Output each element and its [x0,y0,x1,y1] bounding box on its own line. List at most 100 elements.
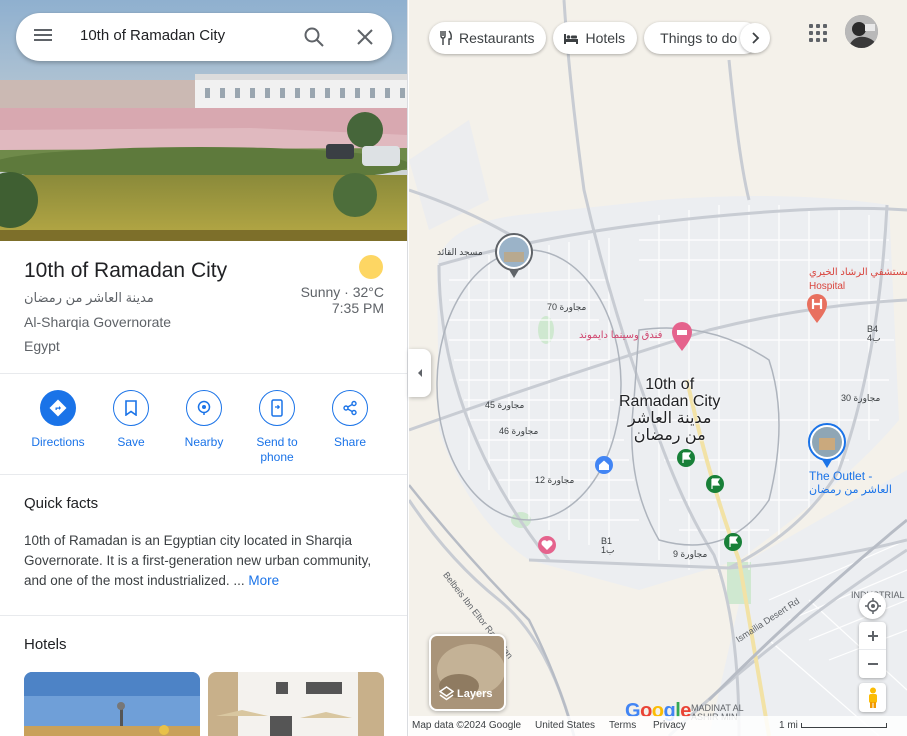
heart-pin-icon [538,536,556,554]
chip-things-to-do-label: Things to do [660,30,738,46]
heart-pin[interactable] [537,535,557,560]
landmark-pin[interactable] [723,532,743,557]
region-link[interactable]: United States [535,720,595,731]
quick-facts-body: 10th of Ramadan is an Egyptian city loca… [24,533,372,588]
zoom-out-button[interactable] [859,650,886,678]
save-label: Save [117,435,145,449]
nearby-label: Nearby [184,435,224,449]
send-to-phone-button[interactable]: Send to phone [241,390,313,465]
district-label: مجاورة 30 [841,393,881,403]
city-map-label[interactable]: 10th of Ramadan City مدينة العاشر من رمض… [619,376,720,444]
flag-pin-icon [706,475,724,493]
chip-restaurants-label: Restaurants [459,30,535,46]
place-title: 10th of Ramadan City [24,259,228,282]
close-icon[interactable] [353,25,377,49]
city-label-line: مدينة العاشر [627,410,712,427]
layers-icon [439,686,454,701]
home-pin[interactable] [594,455,614,480]
hotel-photo [208,672,384,736]
district-label: مجاورة 70 [547,302,587,312]
map-footer: Map data ©2024 Google United States Term… [409,716,907,736]
hotel-card[interactable] [24,672,200,736]
action-buttons: Directions Save Nearby Send to phone Sha… [0,374,407,475]
fork-knife-icon [440,30,452,45]
terms-link[interactable]: Terms [609,720,636,731]
collapse-panel-button[interactable] [408,349,431,397]
search-input[interactable]: 10th of Ramadan City [80,27,225,44]
district-label: مجاورة 46 [499,426,539,436]
outlet-photo-pin-icon [808,423,846,468]
place-region: Al-Sharqia Governorate [24,314,172,330]
home-pin-icon [595,456,613,474]
share-button[interactable]: Share [314,390,386,450]
hotel-card[interactable] [208,672,384,736]
hospital-label-arabic[interactable]: مستشفي الرشاد الخيري [809,267,907,278]
layers-label: Layers [457,688,493,700]
hotel-place-label[interactable]: فندق وسينما دايموند [579,330,662,341]
google-apps-icon[interactable] [807,22,829,44]
bookmark-icon [113,390,149,426]
zoom-in-button[interactable] [859,622,886,650]
save-button[interactable]: Save [95,390,167,450]
search-icon[interactable] [302,25,326,49]
place-header: 10th of Ramadan City مدينة العاشر من رمض… [0,241,407,374]
district-code-label: ب4 [867,333,881,343]
nearby-icon [186,390,222,426]
scale-label[interactable]: 1 mi [779,720,798,731]
place-country: Egypt [24,338,60,354]
account-avatar[interactable] [845,15,878,48]
district-label: مجاورة 12 [535,475,575,485]
chip-restaurants[interactable]: Restaurants [429,22,547,54]
landmark-pin[interactable] [705,474,725,499]
sun-icon [359,255,383,279]
city-label-line: من رمضان [633,427,706,444]
place-arabic-name: مدينة العاشر من رمضان [24,290,154,305]
city-label-line: Ramadan City [619,393,721,410]
photo-place-pin[interactable] [494,232,534,285]
district-code-label: ب1 [601,545,615,555]
hotel-pin[interactable] [671,322,693,357]
chips-scroll-right-button[interactable] [740,23,770,53]
outlet-label-arabic[interactable]: العاشر من رمضان [809,483,892,496]
weather-widget: Sunny · 32°C 7:35 PM [301,255,384,316]
quick-facts-heading: Quick facts [24,495,99,512]
quick-facts-text: 10th of Ramadan is an Egyptian city loca… [24,531,388,591]
plus-icon [867,630,878,641]
map-canvas[interactable]: Restaurants Hotels Things to do مسجد الق… [409,0,907,736]
mosque-label[interactable]: مسجد القائد [437,247,483,258]
directions-button[interactable]: Directions [22,390,94,450]
chevron-right-icon [752,32,760,44]
hotel-photo [24,672,200,736]
landmark-pin[interactable] [676,448,696,473]
district-label: مجاورة 45 [485,400,525,410]
avatar-image [845,15,878,48]
map-data-attribution[interactable]: Map data ©2024 Google [412,720,521,731]
more-link[interactable]: More [248,573,279,588]
my-location-icon [864,597,881,614]
layers-button[interactable]: Layers [429,634,506,711]
menu-icon[interactable] [32,26,54,48]
category-chips: Restaurants Hotels Things to do [429,22,761,54]
nearby-button[interactable]: Nearby [168,390,240,450]
chip-hotels[interactable]: Hotels [553,22,638,54]
privacy-link[interactable]: Privacy [653,720,686,731]
share-icon [332,390,368,426]
hotel-pin-icon [672,322,692,351]
outlet-photo-pin[interactable] [807,422,847,475]
hotels-heading: Hotels [24,636,67,653]
hospital-label[interactable]: Hospital [809,281,845,292]
chevron-left-icon [417,369,422,377]
hotels-section: Hotels [0,616,407,736]
hospital-pin[interactable] [806,294,828,329]
zoom-controls [859,622,886,678]
minus-icon [867,663,878,665]
flag-pin-icon [677,449,695,467]
my-location-button[interactable] [859,592,886,619]
hospital-pin-icon [807,294,827,323]
search-box[interactable]: 10th of Ramadan City [16,13,392,61]
weather-condition: Sunny · 32°C [300,284,384,300]
street-view-pegman[interactable] [859,683,886,712]
scale-bar[interactable] [801,723,887,728]
chip-hotels-label: Hotels [585,30,626,46]
send-to-phone-icon [259,390,295,426]
